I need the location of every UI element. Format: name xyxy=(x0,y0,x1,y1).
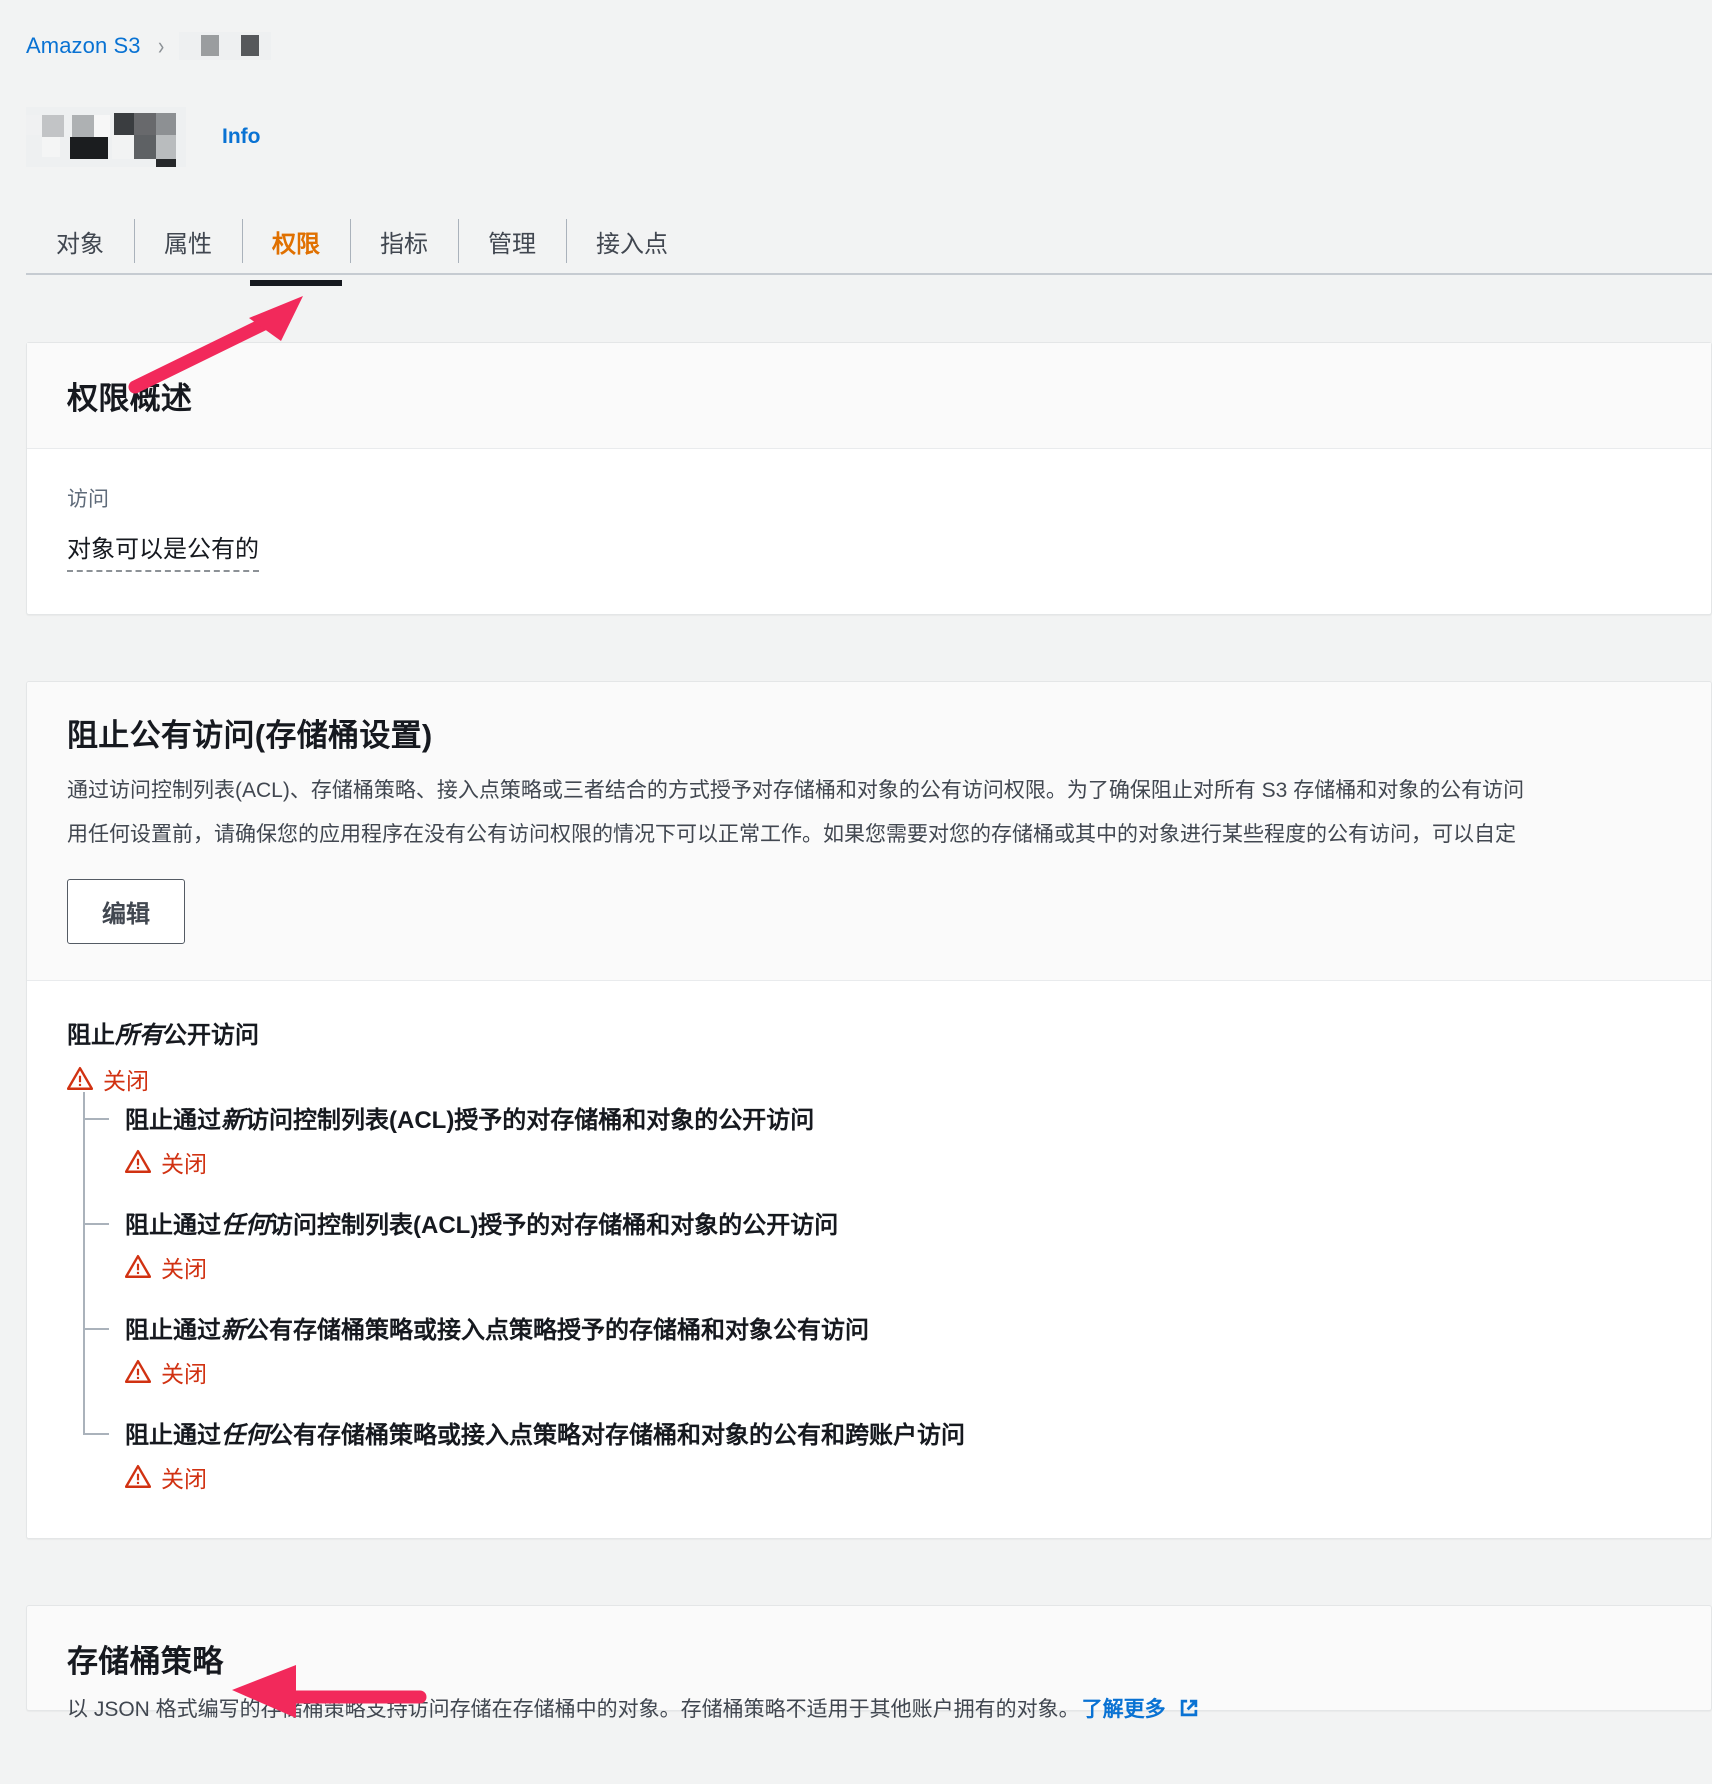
sub-setting-new-policy-title: 阻止通过新公有存储桶策略或接入点策略授予的存储桶和对象公有访问 xyxy=(125,1310,1671,1345)
sub-2-emphasis: 新 xyxy=(221,1317,245,1345)
block-all-prefix: 阻止 xyxy=(67,1022,115,1050)
sub-setting-any-policy-title: 阻止通过任何公有存储桶策略或接入点策略对存储桶和对象的公有和跨账户访问 xyxy=(125,1415,1671,1450)
tab-permissions[interactable]: 权限 xyxy=(242,202,350,286)
block-all-public-access-status: 关闭 xyxy=(67,1062,1671,1096)
bucket-policy-description-row: 以 JSON 格式编写的存储桶策略支持访问存储在存储桶中的对象。存储桶策略不适用… xyxy=(67,1693,1671,1723)
edit-button[interactable]: 编辑 xyxy=(67,879,185,945)
sub-setting-new-policy: 阻止通过新公有存储桶策略或接入点策略授予的存储桶和对象公有访问 关闭 xyxy=(83,1310,1671,1389)
warning-triangle-icon xyxy=(125,1360,151,1384)
sub-3-prefix: 阻止通过 xyxy=(125,1422,221,1450)
tab-bar-divider xyxy=(26,273,1712,275)
warning-triangle-icon xyxy=(125,1255,151,1279)
sub-setting-new-policy-status: 关闭 xyxy=(125,1355,1671,1389)
block-public-access-card: 阻止公有访问(存储桶设置) 通过访问控制列表(ACL)、存储桶策略、接入点策略或… xyxy=(26,681,1712,1540)
block-public-access-body: 阻止所有公开访问 关闭 阻止通过新访问控制列表(ACL)授予的对存储桶和对象的公… xyxy=(27,981,1711,1539)
sub-0-emphasis: 新 xyxy=(221,1107,245,1135)
tab-metrics[interactable]: 指标 xyxy=(350,202,458,280)
sub-setting-new-acl-status: 关闭 xyxy=(125,1145,1671,1179)
block-all-emphasis: 所有 xyxy=(115,1022,163,1050)
block-public-access-description-line-2: 用任何设置前，请确保您的应用程序在没有公有访问权限的情况下可以正常工作。如果您需… xyxy=(67,823,1516,847)
page-title-row: Info xyxy=(0,60,1712,168)
warning-triangle-icon xyxy=(125,1465,151,1489)
external-link-icon[interactable] xyxy=(1178,1697,1200,1719)
block-public-access-description-line-1: 通过访问控制列表(ACL)、存储桶策略、接入点策略或三者结合的方式授予对存储桶和… xyxy=(67,779,1525,802)
access-value: 对象可以是公有的 xyxy=(67,529,259,572)
sub-setting-any-acl-status: 关闭 xyxy=(125,1250,1671,1284)
tab-properties[interactable]: 属性 xyxy=(134,202,242,280)
sub-2-suffix: 公有存储桶策略或接入点策略授予的存储桶和对象公有访问 xyxy=(245,1317,869,1345)
permissions-overview-body: 访问 对象可以是公有的 xyxy=(27,449,1711,614)
sub-0-prefix: 阻止通过 xyxy=(125,1107,221,1135)
chevron-right-icon: › xyxy=(157,31,164,60)
sub-3-emphasis: 任何 xyxy=(221,1422,269,1450)
block-public-access-title: 阻止公有访问(存储桶设置) xyxy=(67,718,433,753)
tab-management[interactable]: 管理 xyxy=(458,202,566,280)
bucket-policy-card: 存储桶策略 以 JSON 格式编写的存储桶策略支持访问存储在存储桶中的对象。存储… xyxy=(26,1605,1712,1721)
sub-1-prefix: 阻止通过 xyxy=(125,1212,221,1240)
access-label: 访问 xyxy=(67,488,109,511)
sub-2-prefix: 阻止通过 xyxy=(125,1317,221,1345)
bucket-policy-description: 以 JSON 格式编写的存储桶策略支持访问存储在存储桶中的对象。存储桶策略不适用… xyxy=(67,1698,1080,1722)
tab-bar: 对象 属性 权限 指标 管理 接入点 xyxy=(0,202,1712,286)
info-link[interactable]: Info xyxy=(222,125,260,149)
sub-3-suffix: 公有存储桶策略或接入点策略对存储桶和对象的公有和跨账户访问 xyxy=(269,1422,965,1450)
sub-setting-any-policy: 阻止通过任何公有存储桶策略或接入点策略对存储桶和对象的公有和跨账户访问 关闭 xyxy=(83,1415,1671,1494)
permissions-overview-title: 权限概述 xyxy=(67,381,193,416)
permissions-overview-header: 权限概述 xyxy=(27,343,1711,449)
block-public-access-header: 阻止公有访问(存储桶设置) 通过访问控制列表(ACL)、存储桶策略、接入点策略或… xyxy=(27,682,1711,982)
warning-triangle-icon xyxy=(67,1067,93,1091)
sub-setting-new-acl-title: 阻止通过新访问控制列表(ACL)授予的对存储桶和对象的公开访问 xyxy=(125,1100,1671,1135)
block-all-suffix: 公开访问 xyxy=(163,1022,259,1050)
sub-setting-any-acl-title: 阻止通过任何访问控制列表(ACL)授予的对存储桶和对象的公开访问 xyxy=(125,1205,1671,1240)
permissions-overview-card: 权限概述 访问 对象可以是公有的 xyxy=(26,342,1712,615)
block-all-status-text: 关闭 xyxy=(103,1068,149,1095)
sub-2-status-text: 关闭 xyxy=(161,1361,207,1388)
warning-triangle-icon xyxy=(125,1150,151,1174)
bucket-policy-title: 存储桶策略 xyxy=(67,1644,224,1680)
sub-setting-new-acl: 阻止通过新访问控制列表(ACL)授予的对存储桶和对象的公开访问 关闭 xyxy=(83,1100,1671,1179)
breadcrumb: Amazon S3 › xyxy=(0,0,1712,60)
breadcrumb-link-amazon-s3[interactable]: Amazon S3 xyxy=(26,33,141,59)
tab-list: 对象 属性 权限 指标 管理 接入点 xyxy=(0,202,1712,286)
sub-0-status-text: 关闭 xyxy=(161,1151,207,1178)
block-all-public-access-title: 阻止所有公开访问 xyxy=(67,1015,1671,1050)
breadcrumb-current-bucket-redacted xyxy=(178,32,271,60)
tab-objects[interactable]: 对象 xyxy=(26,202,134,280)
sub-0-suffix: 访问控制列表(ACL)授予的对存储桶和对象的公开访问 xyxy=(245,1107,815,1135)
page-title-redacted xyxy=(26,107,186,167)
tab-access-points[interactable]: 接入点 xyxy=(566,202,698,280)
sub-setting-any-policy-status: 关闭 xyxy=(125,1460,1671,1494)
sub-setting-any-acl: 阻止通过任何访问控制列表(ACL)授予的对存储桶和对象的公开访问 关闭 xyxy=(83,1205,1671,1284)
sub-1-suffix: 访问控制列表(ACL)授予的对存储桶和对象的公开访问 xyxy=(269,1212,839,1240)
sub-1-status-text: 关闭 xyxy=(161,1256,207,1283)
learn-more-link[interactable]: 了解更多 xyxy=(1082,1693,1166,1723)
sub-3-status-text: 关闭 xyxy=(161,1466,207,1493)
sub-1-emphasis: 任何 xyxy=(221,1212,269,1240)
block-public-access-sub-settings: 阻止通过新访问控制列表(ACL)授予的对存储桶和对象的公开访问 关闭 阻止通过任… xyxy=(83,1092,1671,1494)
